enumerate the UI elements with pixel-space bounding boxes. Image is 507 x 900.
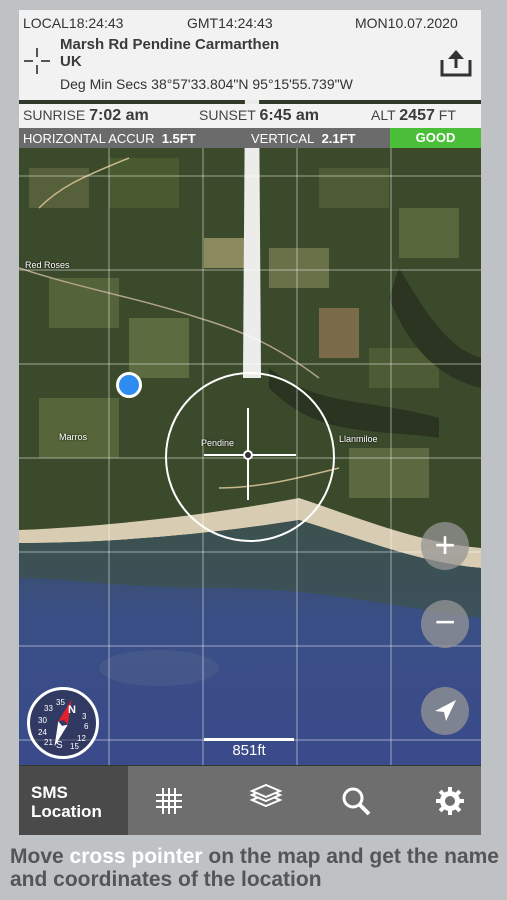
coordinates: Deg Min Secs 38°57'33.804"N 95°15'55.739"… [60, 76, 353, 92]
local-time: LOCAL18:24:43 [23, 15, 123, 31]
accuracy-status-badge: GOOD [390, 128, 481, 148]
time-row: LOCAL18:24:43 GMT14:24:43 MON10.07.2020 [19, 15, 481, 31]
my-location-button[interactable] [421, 687, 469, 735]
gmt-time: GMT14:24:43 [187, 15, 273, 31]
vertical-accuracy: VERTICAL 2.1FT [251, 131, 356, 146]
sunset-label: SUNSET [199, 107, 256, 123]
local-label: LOCAL [23, 15, 69, 31]
compass-tick: 35 [56, 698, 65, 707]
compass-tick: 30 [38, 716, 47, 725]
longitude-value: 95°15'55.739"W [252, 76, 353, 92]
horizontal-accuracy-value: 1.5FT [161, 131, 196, 146]
local-time-value: 18:24:43 [68, 15, 124, 31]
altitude-value: 2457 [399, 107, 435, 124]
caption-highlight: cross pointer [69, 845, 203, 868]
caption-part1: Move [10, 845, 70, 868]
vertical-accuracy-label: VERTICAL [251, 131, 315, 146]
altitude-unit: FT [438, 107, 456, 123]
location-name: Marsh Rd Pendine Carmarthen UK [60, 36, 430, 70]
altitude-label: ALT [371, 107, 396, 123]
crosshair-icon [24, 48, 50, 74]
place-label-red-roses: Red Roses [25, 260, 70, 270]
gmt-label: GMT [187, 15, 219, 31]
zoom-out-button[interactable]: − [421, 600, 469, 648]
horizontal-accuracy-label: HORIZONTAL ACCUR [23, 131, 155, 146]
latitude-value: 38°57'33.804"N [151, 76, 249, 92]
location-info-panel: LOCAL18:24:43 GMT14:24:43 MON10.07.2020 … [19, 10, 481, 100]
cross-pointer-center[interactable] [243, 450, 253, 460]
promo-caption: Move cross pointer on the map and get th… [10, 845, 505, 891]
day-label: MON [355, 15, 388, 31]
scale-bar [204, 738, 294, 741]
sms-label: SMS [31, 783, 68, 802]
compass-north-label: N [68, 704, 76, 716]
my-location-marker [116, 372, 142, 398]
altitude: ALT 2457 FT [371, 107, 456, 125]
location-label: Location [31, 802, 102, 821]
zoom-in-button[interactable]: + [421, 522, 469, 570]
vertical-accuracy-value: 2.1FT [321, 131, 356, 146]
date: MON10.07.2020 [355, 15, 458, 31]
sms-location-button[interactable]: SMS Location [19, 766, 128, 835]
share-icon[interactable] [438, 48, 474, 78]
bottom-toolbar: SMS Location [19, 766, 481, 835]
sunset-time: 6:45 am [259, 107, 320, 124]
layers-icon[interactable] [249, 784, 283, 818]
sun-altitude-bar: SUNRISE 7:02 am SUNSET 6:45 am ALT 2457 … [19, 104, 481, 128]
location-name-line2: UK [60, 53, 82, 70]
grid-icon[interactable] [152, 784, 186, 818]
sunrise-label: SUNRISE [23, 107, 86, 123]
compass[interactable]: N S 3 6 12 15 21 24 30 33 35 [27, 687, 99, 759]
scale-label: 851ft [232, 742, 266, 759]
compass-south-label: S [56, 740, 63, 751]
settings-gear-icon[interactable] [433, 784, 467, 818]
place-label-llanmiloe: Llanmiloe [339, 434, 378, 444]
compass-tick: 24 [38, 728, 47, 737]
navigation-arrow-icon [435, 700, 456, 721]
sunset: SUNSET 6:45 am [199, 107, 319, 125]
horizontal-accuracy: HORIZONTAL ACCUR 1.5FT [23, 131, 196, 146]
gmt-time-value: 14:24:43 [218, 15, 273, 31]
compass-tick: 21 [44, 738, 53, 747]
compass-tick: 33 [44, 704, 53, 713]
phone-screen: Red Roses Marros Pendine Llanmiloe LOCAL… [19, 10, 481, 835]
search-icon[interactable] [339, 784, 373, 818]
compass-tick: 3 [82, 712, 87, 721]
date-value: 10.07.2020 [387, 15, 458, 31]
place-label-marros: Marros [59, 432, 88, 442]
accuracy-bar: HORIZONTAL ACCUR 1.5FT VERTICAL 2.1FT GO… [19, 128, 481, 148]
location-name-line1: Marsh Rd Pendine Carmarthen [60, 36, 280, 53]
compass-tick: 6 [84, 722, 89, 731]
compass-tick: 15 [70, 742, 79, 751]
coord-format-label: Deg Min Secs [60, 76, 148, 92]
sunrise: SUNRISE 7:02 am [23, 107, 149, 125]
sunrise-time: 7:02 am [89, 107, 149, 124]
